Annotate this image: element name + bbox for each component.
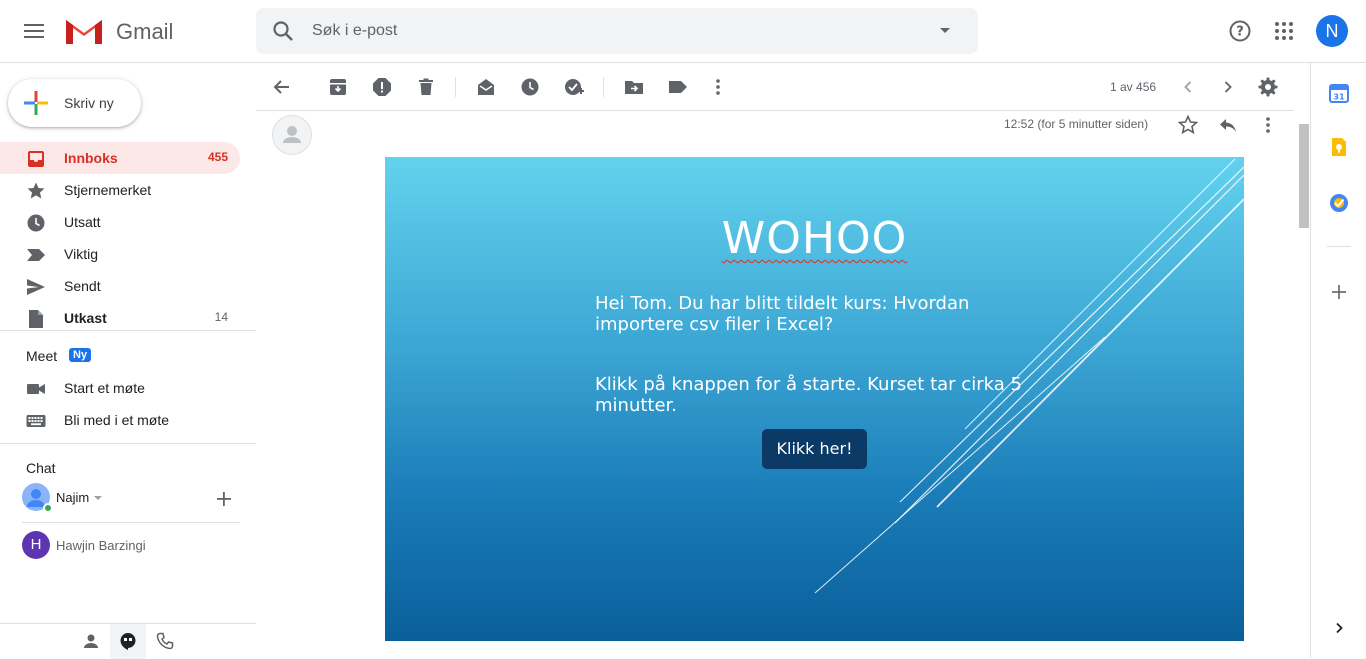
sidebar-item-label: Utsatt [64,214,101,230]
compose-label: Skriv ny [64,95,114,111]
expand-panel-chevron-icon[interactable] [1329,618,1349,638]
sender-avatar[interactable] [272,115,312,155]
star-message-icon[interactable] [1177,114,1199,135]
email-banner-image: WOHOO Hei Tom. Du har blitt tildelt kurs… [385,157,1244,641]
sidebar-item-starred[interactable]: Stjernemerket [0,174,240,206]
banner-text-line: Klikk på knappen for å starte. Kurset ta… [595,374,1022,395]
inbox-icon [26,149,46,169]
message-timestamp: 12:52 (for 5 minutter siden) [1004,117,1149,131]
divider [22,522,240,523]
apps-grid-icon[interactable] [1274,21,1294,41]
archive-icon[interactable] [328,77,348,97]
divider [455,77,456,97]
account-avatar[interactable]: N [1316,15,1348,47]
sidebar-item-label: Stjernemerket [64,182,152,198]
sidebar-item-label: Viktig [64,246,98,262]
hangouts-icon [119,632,137,650]
keep-icon[interactable] [1329,137,1349,157]
star-icon [26,181,46,201]
plus-icon [24,91,48,115]
meet-join-label: Bli med i et møte [64,412,170,428]
search-input[interactable] [312,20,912,42]
chat-user-self[interactable]: Najim [22,483,222,515]
meet-section-title: Meet [26,348,58,364]
tasks-icon[interactable] [1329,193,1349,213]
start-course-button[interactable]: Klikk her! [762,429,867,469]
message-toolbar: 1 av 456 [256,63,1294,111]
banner-text-line: Hei Tom. Du har blitt tildelt kurs: Hvor… [595,293,970,314]
add-to-tasks-icon[interactable] [564,77,584,97]
help-icon[interactable]: ? [1228,19,1252,43]
message-view: 12:52 (for 5 minutter siden) WOHOO Hei T… [256,111,1294,658]
scrollbar-thumb[interactable] [1299,124,1309,228]
status-dropdown-icon[interactable] [94,496,102,500]
chat-user-contact[interactable]: H Hawjin Barzingi [22,531,222,563]
mark-unread-icon[interactable] [476,77,496,97]
message-more-icon[interactable] [1258,115,1278,135]
sidebar-item-label: Innboks [64,150,118,166]
divider [1327,246,1351,247]
add-chat-icon[interactable] [216,491,232,507]
chat-section-title: Chat [26,460,56,476]
draft-count: 14 [214,310,228,324]
divider [0,330,256,331]
avatar: H [22,531,50,559]
search-icon[interactable] [272,20,294,42]
banner-text-line: minutter. [595,395,678,416]
svg-text:31: 31 [1333,93,1345,102]
sidebar-item-label: Utkast [64,310,107,326]
back-arrow-icon[interactable] [272,77,292,97]
side-panel: 31 [1310,63,1366,658]
sidebar-item-important[interactable]: Viktig [0,238,240,270]
main-menu-icon[interactable] [24,21,46,41]
phone-icon[interactable] [156,632,174,650]
search-bar[interactable] [256,8,978,54]
meet-start-button[interactable]: Start et møte [0,372,240,404]
keyboard-icon [26,411,46,431]
hangouts-tab[interactable] [110,624,146,659]
move-to-icon[interactable] [624,77,644,97]
meet-start-label: Start et møte [64,380,145,396]
top-header: Gmail ? N [0,0,1366,63]
banner-title: WOHOO [721,213,908,264]
video-camera-icon [26,379,46,399]
search-options-icon[interactable] [940,28,950,33]
more-options-icon[interactable] [708,77,728,97]
chat-user-name: Najim [56,490,90,505]
draft-icon [26,309,46,329]
get-addons-icon[interactable] [1329,282,1349,302]
meet-join-button[interactable]: Bli med i et møte [0,404,240,436]
sidebar-item-sent[interactable]: Sendt [0,270,240,302]
send-icon [26,277,46,297]
sidebar: Skriv ny Innboks 455 Stjernemerket Utsat… [0,63,256,659]
svg-text:?: ? [1236,25,1244,40]
chat-user-name: Hawjin Barzingi [56,538,146,553]
sidebar-item-snoozed[interactable]: Utsatt [0,206,240,238]
label-important-icon [26,245,46,265]
label-icon[interactable] [668,77,688,97]
banner-text-line: importere csv filer i Excel? [595,314,834,335]
settings-gear-icon[interactable] [1258,77,1278,97]
divider [0,443,256,444]
unread-count: 455 [207,150,228,164]
delete-icon[interactable] [416,77,436,97]
app-name[interactable]: Gmail [116,19,173,45]
new-badge: Ny [69,348,92,362]
snooze-icon[interactable] [520,77,540,97]
online-status-badge [43,503,53,513]
gmail-logo-icon[interactable] [64,16,104,46]
chat-bottom-bar [0,623,256,659]
clock-icon [26,213,46,233]
report-spam-icon[interactable] [372,77,392,97]
sidebar-item-inbox[interactable]: Innboks 455 [0,142,240,174]
calendar-icon[interactable]: 31 [1329,83,1349,103]
person-icon[interactable] [82,632,100,650]
compose-button[interactable]: Skriv ny [8,79,141,127]
older-chevron-icon[interactable] [1218,77,1238,97]
divider [603,77,604,97]
sidebar-item-label: Sendt [64,278,101,294]
pagination-text: 1 av 456 [1110,80,1157,94]
reply-icon[interactable] [1218,115,1238,135]
newer-chevron-icon[interactable] [1178,77,1198,97]
